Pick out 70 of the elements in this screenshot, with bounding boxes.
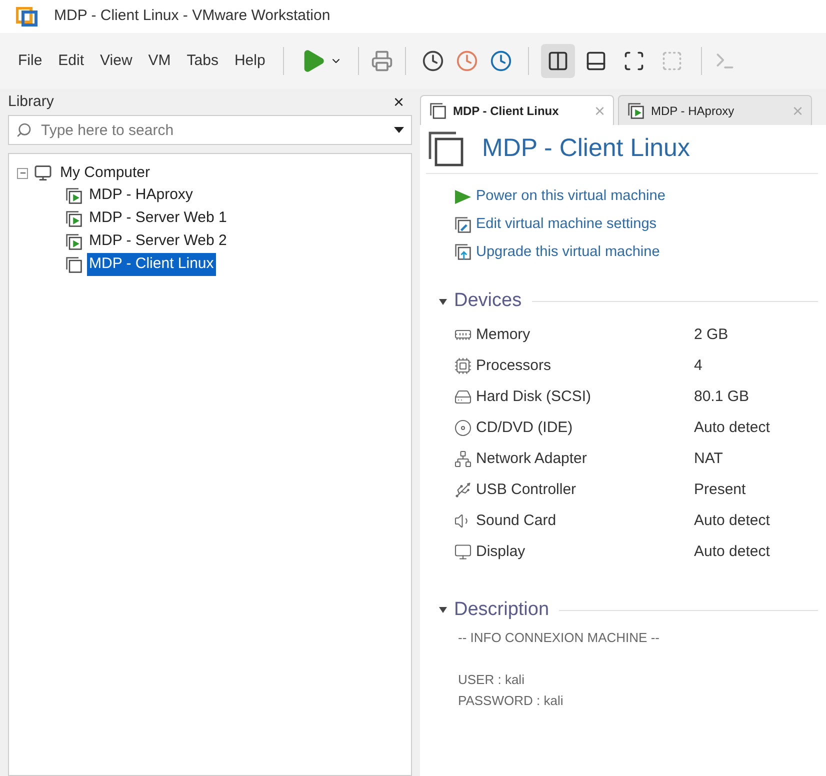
action-link[interactable]: Power on this virtual machine [476,186,666,208]
tree-item[interactable]: MDP - Client Linux [87,253,216,276]
app-logo-icon [16,6,38,26]
device-name: USB Controller [476,480,576,500]
device-value: 80.1 GB [694,387,750,407]
play-icon [454,188,472,205]
tree-item[interactable]: MDP - Server Web 2 [87,230,229,253]
tree-item[interactable]: MDP - HAproxy [87,184,195,207]
tab-label: MDP - Client Linux [453,102,559,120]
device-value: Auto detect [694,542,770,562]
device-name: Hard Disk (SCSI) [476,387,592,407]
device-value: Auto detect [694,418,770,438]
usb-icon [454,481,472,500]
menu-item[interactable]: Help [228,50,272,72]
description-text: -- INFO CONNEXION MACHINE -- [458,629,660,648]
device-name: Memory [476,325,530,345]
tree-item[interactable]: MDP - Server Web 1 [87,207,229,230]
library-view-button[interactable] [541,44,576,78]
tab[interactable]: MDP - HAproxy × [618,95,812,125]
expanded-arrow-icon[interactable] [438,605,448,615]
vm-icon [65,256,83,274]
dropdown-arrow-icon[interactable] [394,127,404,133]
device-name: CD/DVD (IDE) [476,418,573,438]
device-value: 2 GB [694,325,728,345]
device-value: Present [694,480,746,500]
menu-item[interactable]: Tabs [180,50,224,72]
action-link[interactable]: Edit virtual machine settings [476,214,657,236]
tree-item[interactable]: My Computer [58,162,152,184]
thumbnail-bar-icon[interactable] [585,50,608,72]
device-value: 4 [694,356,702,376]
vm-icon [426,129,466,169]
vm-title: MDP - Client Linux [482,133,690,164]
vm-upgrade-icon [454,243,472,262]
device-value: Auto detect [694,511,770,531]
running-vm-icon [65,232,83,250]
running-vm-icon [65,210,83,228]
vm-wrench-icon [454,216,472,234]
menu-item[interactable]: VM [142,50,177,72]
collapse-icon[interactable] [17,168,28,178]
section-title: Description [454,598,550,622]
menu-item[interactable]: Edit [52,50,90,72]
full-screen-icon[interactable] [623,50,646,72]
description-text: PASSWORD : kali [458,692,564,710]
monitor-icon [454,543,472,562]
split-view-icon [547,50,570,72]
processor-icon [454,357,472,376]
window-title: MDP - Client Linux - VMware Workstation [54,6,330,26]
menu-item[interactable]: File [12,50,48,72]
search-field[interactable]: Type here to search [8,115,412,145]
menu-item[interactable]: View [94,50,138,72]
close-button[interactable]: × [393,93,404,111]
device-name: Sound Card [476,511,556,531]
disc-icon [454,419,472,438]
device-name: Processors [476,356,552,376]
section-title: Devices [454,289,522,314]
tab[interactable]: MDP - Client Linux × [420,95,614,125]
network-icon [454,450,472,468]
device-value: NAT [694,449,723,469]
panel-title: Library [8,92,54,112]
tab-label: MDP - HAproxy [651,102,734,120]
vm-icon [429,102,447,120]
description-text: USER : kali [458,671,524,690]
device-name: Network Adapter [476,449,587,469]
expanded-arrow-icon[interactable] [438,296,448,306]
search-icon [16,122,32,138]
action-link[interactable]: Upgrade this virtual machine [476,242,660,264]
running-vm-icon [627,102,645,120]
running-vm-icon [65,186,83,204]
computer-icon [34,164,52,182]
device-name: Display [476,542,526,562]
